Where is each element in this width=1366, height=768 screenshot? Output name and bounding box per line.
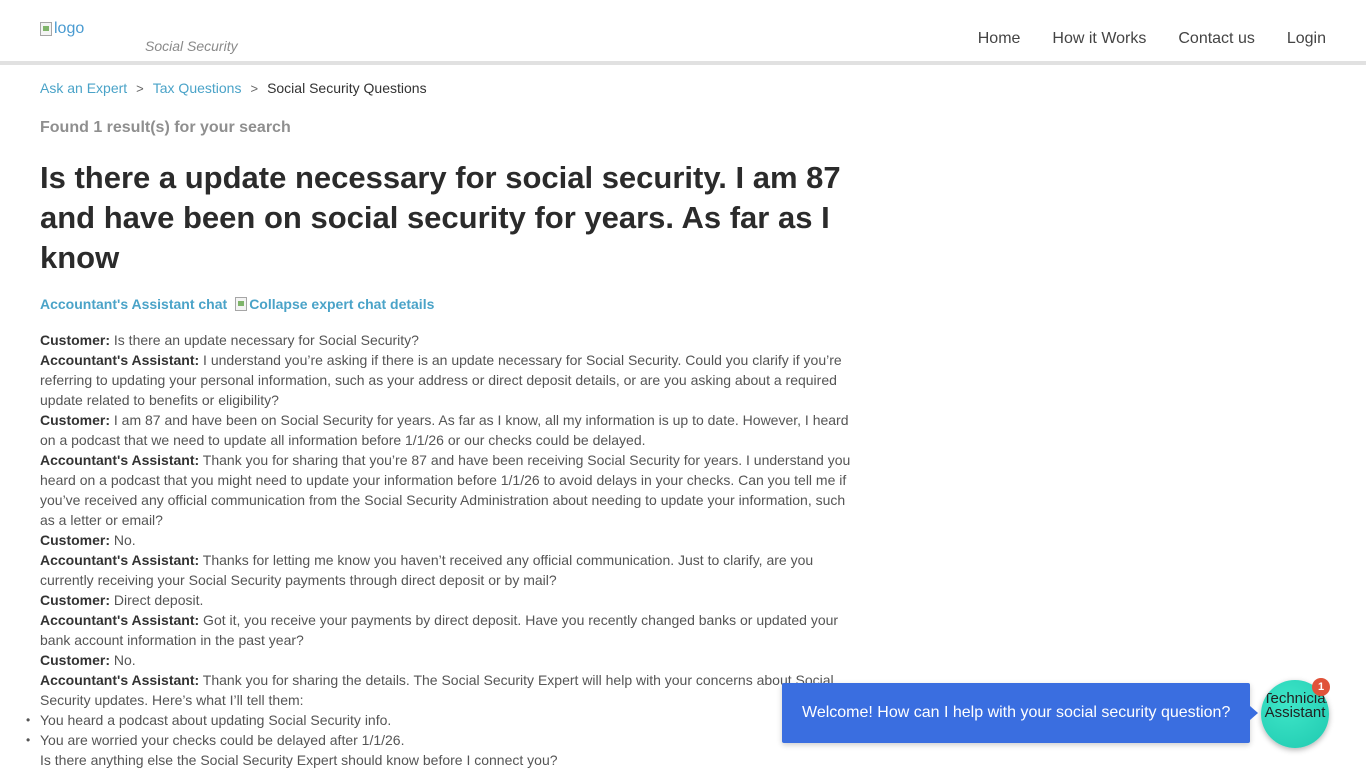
speaker-label: Accountant's Assistant:	[40, 552, 200, 568]
transcript-line: Customer: Direct deposit.	[40, 590, 860, 610]
closing-question: Is there anything else the Social Securi…	[40, 752, 558, 768]
collapse-alt-text: Collapse expert chat details	[249, 296, 435, 312]
list-item: You are worried your checks could be del…	[26, 730, 860, 750]
transcript-line: Accountant's Assistant: Thanks for letti…	[40, 550, 860, 590]
transcript-line: Accountant's Assistant: Thank you for sh…	[40, 670, 860, 710]
nav-login[interactable]: Login	[1287, 30, 1326, 48]
notification-badge: 1	[1312, 678, 1330, 696]
speaker-label: Customer:	[40, 592, 111, 608]
message-text: Direct deposit.	[110, 592, 204, 608]
breadcrumb-current: Social Security Questions	[267, 80, 427, 96]
chat-welcome-bubble[interactable]: Welcome! How can I help with your social…	[782, 683, 1258, 743]
breadcrumb-tax-questions[interactable]: Tax Questions	[153, 80, 242, 96]
breadcrumb: Ask an Expert > Tax Questions > Social S…	[40, 80, 427, 96]
speaker-label: Customer:	[40, 652, 111, 668]
welcome-text: Welcome! How can I help with your social…	[802, 704, 1231, 721]
nav-contact-us[interactable]: Contact us	[1178, 30, 1254, 48]
nav-home[interactable]: Home	[978, 30, 1021, 48]
breadcrumb-ask-an-expert[interactable]: Ask an Expert	[40, 80, 127, 96]
message-text: I am 87 and have been on Social Security…	[40, 412, 849, 448]
message-text: No.	[110, 652, 136, 668]
chat-toggle[interactable]: Accountant's Assistant chat Collapse exp…	[40, 296, 434, 312]
collapse-chat-button[interactable]: Collapse expert chat details	[235, 296, 434, 312]
chevron-right-icon: >	[250, 80, 259, 96]
transcript-line: Accountant's Assistant: Got it, you rece…	[40, 610, 860, 650]
broken-image-icon	[40, 22, 52, 36]
chevron-right-icon: >	[136, 80, 144, 96]
transcript-line: Customer: I am 87 and have been on Socia…	[40, 410, 860, 450]
avatar-alt-text: Technician Assistant	[1263, 690, 1329, 721]
transcript-line: Customer: Is there an update necessary f…	[40, 330, 860, 350]
speaker-label: Accountant's Assistant:	[40, 672, 200, 688]
site-header: logo Social Security Home How it Works C…	[0, 0, 1366, 65]
speaker-label: Accountant's Assistant:	[40, 452, 200, 468]
transcript-line: Customer: No.	[40, 650, 860, 670]
speaker-label: Customer:	[40, 532, 111, 548]
transcript-line: Customer: No.	[40, 530, 860, 550]
message-text: No.	[110, 532, 136, 548]
collapse-icon	[235, 297, 248, 311]
logo-alt-text: logo	[54, 20, 85, 37]
speaker-label: Customer:	[40, 332, 111, 348]
speaker-label: Accountant's Assistant:	[40, 612, 200, 628]
logo-subtitle: Social Security	[145, 38, 238, 54]
chat-toggle-label: Accountant's Assistant chat	[40, 296, 228, 312]
speaker-label: Accountant's Assistant:	[40, 352, 200, 368]
question-title: Is there a update necessary for social s…	[40, 160, 841, 275]
speaker-label: Customer:	[40, 412, 111, 428]
chat-transcript: Customer: Is there an update necessary f…	[26, 330, 860, 768]
summary-list: You heard a podcast about updating Socia…	[26, 710, 860, 750]
transcript-line: Accountant's Assistant: Thank you for sh…	[40, 450, 860, 530]
logo[interactable]: logo	[40, 20, 84, 38]
list-item: You heard a podcast about updating Socia…	[26, 710, 860, 730]
transcript-line: Accountant's Assistant: I understand you…	[40, 350, 860, 410]
results-count: Found 1 result(s) for your search	[40, 119, 291, 136]
main-nav: Home How it Works Contact us Login	[978, 30, 1326, 48]
message-text: Is there an update necessary for Social …	[110, 332, 419, 348]
nav-how-it-works[interactable]: How it Works	[1052, 30, 1146, 48]
